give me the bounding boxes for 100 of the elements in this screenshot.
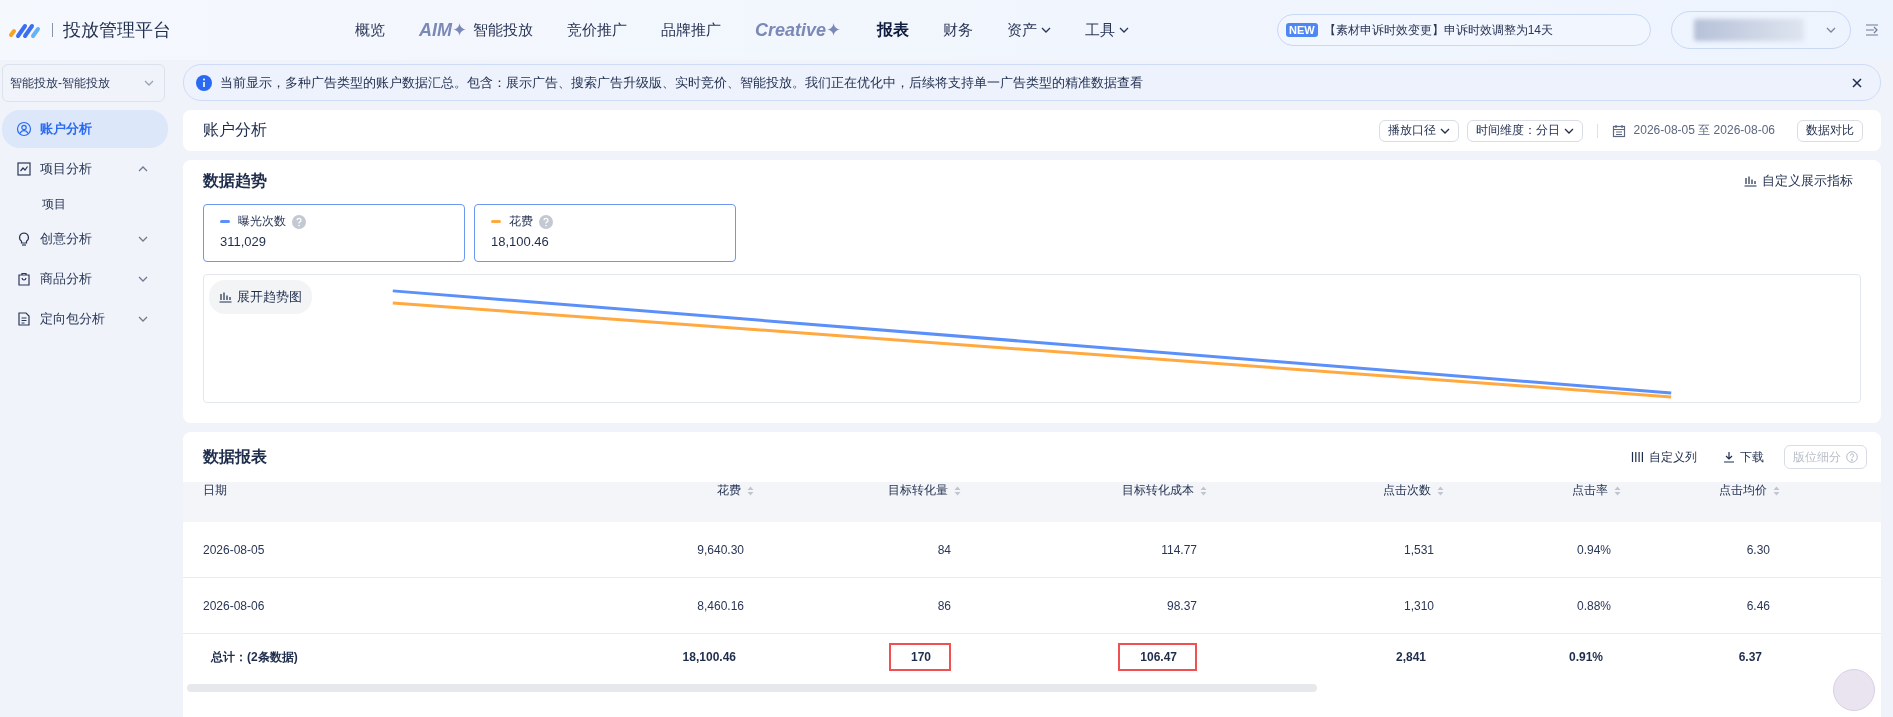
notice-text: 【素材申诉时效变更】申诉时效调整为14天 (1323, 21, 1554, 39)
help-icon[interactable] (292, 214, 306, 229)
sidebar-item[interactable]: 项目分析 (2, 150, 168, 188)
caret-icon[interactable] (138, 276, 148, 282)
sidebar-icon (16, 121, 32, 137)
sidebar-item[interactable]: 创意分析 (2, 220, 168, 258)
table-cell: 0.94% (1444, 522, 1621, 578)
nav-tab[interactable]: 资产 (990, 20, 1069, 40)
assistant-avatar[interactable] (1833, 669, 1875, 711)
caret-icon (144, 80, 154, 86)
nav-tab[interactable]: AIM✦ 智能投放 (402, 19, 551, 41)
calendar-icon[interactable] (1611, 123, 1626, 138)
column-header[interactable]: 目标转化量 (754, 482, 961, 499)
sidebar-item[interactable]: 定向包分析 (2, 300, 168, 338)
sidebar-item[interactable]: 账户分析 (2, 110, 168, 148)
table-cell: 2026-08-05 (183, 522, 483, 578)
total-cell-text: 总计：(2条数据) (209, 648, 299, 666)
platform-title: 投放管理平台 (63, 19, 171, 42)
help-icon (1846, 451, 1858, 463)
metric-name: 曝光次数 (238, 213, 286, 230)
metric-value: 311,029 (220, 234, 268, 249)
bar-chart-icon (219, 291, 232, 303)
table-cell: 9,640.30 (483, 522, 754, 578)
compare-button[interactable]: 数据对比 (1797, 119, 1863, 142)
page-title: 账户分析 (203, 120, 268, 140)
sort-icon[interactable] (747, 485, 754, 496)
table-cell: 1,531 (1207, 522, 1444, 578)
sort-icon[interactable] (1437, 485, 1444, 496)
columns-icon (1631, 451, 1644, 463)
sidebar-icon (16, 311, 32, 327)
sidebar-icon (16, 271, 32, 287)
table-cell: 6.30 (1621, 522, 1780, 578)
sidebar-icon (16, 231, 32, 247)
nav-tab[interactable]: 竞价推广 (550, 20, 645, 40)
logo-icon (8, 21, 42, 39)
caret-icon (1041, 27, 1052, 33)
sort-icon[interactable] (1614, 485, 1621, 496)
caret-icon (1826, 27, 1836, 33)
caret-icon (1563, 127, 1574, 134)
column-header[interactable]: 日期 (183, 482, 483, 499)
total-cell-text: 0.91% (1567, 649, 1604, 666)
sort-icon[interactable] (1773, 485, 1780, 496)
table-cell: 1,310 (1207, 578, 1444, 634)
filter-dropdown[interactable]: 播放口径 (1378, 119, 1459, 142)
sort-icon[interactable] (1200, 485, 1207, 496)
nav-tab[interactable]: 概览 (338, 20, 402, 40)
expand-chart-button[interactable]: 展开趋势图 (209, 280, 312, 314)
highlighted-total-cell: 106.47 (1118, 643, 1197, 671)
metric-name: 花费 (509, 213, 533, 230)
total-cell-text: 18,100.46 (681, 649, 737, 666)
new-badge: NEW (1286, 23, 1318, 37)
caret-icon[interactable] (138, 166, 148, 172)
banner-text: 当前显示，多种广告类型的账户数据汇总。包含：展示广告、搜索广告升级版、实时竞价、智能投放。我们正在优化中，后续将支持单一广告类型的精准数据查看 (220, 73, 1144, 92)
table-cell: 6.46 (1621, 578, 1780, 634)
info-icon (196, 74, 212, 91)
custom-columns-button[interactable]: 自定义列 (1625, 445, 1703, 469)
caret-icon[interactable] (138, 236, 148, 242)
column-header[interactable]: 点击次数 (1207, 482, 1444, 499)
table-cell: 86 (754, 578, 961, 634)
table-cell: 98.37 (961, 578, 1207, 634)
section-title: 数据报表 (203, 446, 268, 467)
total-cell-text: 6.37 (1737, 649, 1763, 666)
column-header[interactable]: 花费 (483, 482, 754, 499)
sidebar-item[interactable]: 商品分析 (2, 260, 168, 298)
download-button[interactable]: 下载 (1717, 445, 1770, 469)
table-cell: 2026-08-06 (183, 578, 483, 634)
table-cell: 8,460.16 (483, 578, 754, 634)
bar-chart-icon (1744, 175, 1757, 187)
account-select[interactable]: 智能投放-智能投放 (2, 64, 165, 102)
table-cell: 84 (754, 522, 961, 578)
caret-icon[interactable] (138, 316, 148, 322)
download-icon (1723, 451, 1735, 463)
total-cell-text: 2,841 (1394, 649, 1427, 666)
nav-tab[interactable]: 报表 (860, 19, 927, 41)
column-header[interactable]: 目标转化成本 (961, 482, 1207, 499)
date-range[interactable]: 2026-08-05 至 2026-08-06 (1633, 122, 1775, 139)
caret-icon (1439, 127, 1450, 134)
caret-icon (1119, 27, 1130, 33)
metric-card[interactable]: 曝光次数 311,029 (203, 204, 465, 262)
highlighted-total-cell: 170 (888, 643, 951, 671)
close-icon[interactable] (1852, 77, 1862, 88)
metric-value: 18,100.46 (491, 234, 550, 249)
nav-tab[interactable]: 工具 (1068, 20, 1147, 40)
sort-icon[interactable] (954, 485, 961, 496)
metric-card[interactable]: 花费 18,100.46 (474, 204, 736, 262)
collapse-icon[interactable] (1865, 24, 1879, 36)
sidebar-subitem[interactable]: 项目 (2, 190, 175, 218)
table-cell: 0.88% (1444, 578, 1621, 634)
table-cell: 114.77 (961, 522, 1207, 578)
section-title: 数据趋势 (203, 170, 267, 191)
custom-metrics-button[interactable]: 自定义展示指标 (1744, 172, 1853, 190)
column-header[interactable]: 点击率 (1444, 482, 1621, 499)
help-icon[interactable] (539, 214, 553, 229)
horizontal-scrollbar[interactable] (187, 684, 1317, 692)
nav-tab[interactable]: 财务 (926, 20, 991, 40)
column-header[interactable]: 点击均价 (1621, 482, 1780, 499)
filter-dropdown[interactable]: 时间维度：分日 (1466, 119, 1583, 142)
sidebar-icon (16, 161, 32, 177)
nav-tab[interactable]: 品牌推广 (644, 20, 739, 40)
notice-pill[interactable]: NEW 【素材申诉时效变更】申诉时效调整为14天 (1277, 14, 1651, 46)
